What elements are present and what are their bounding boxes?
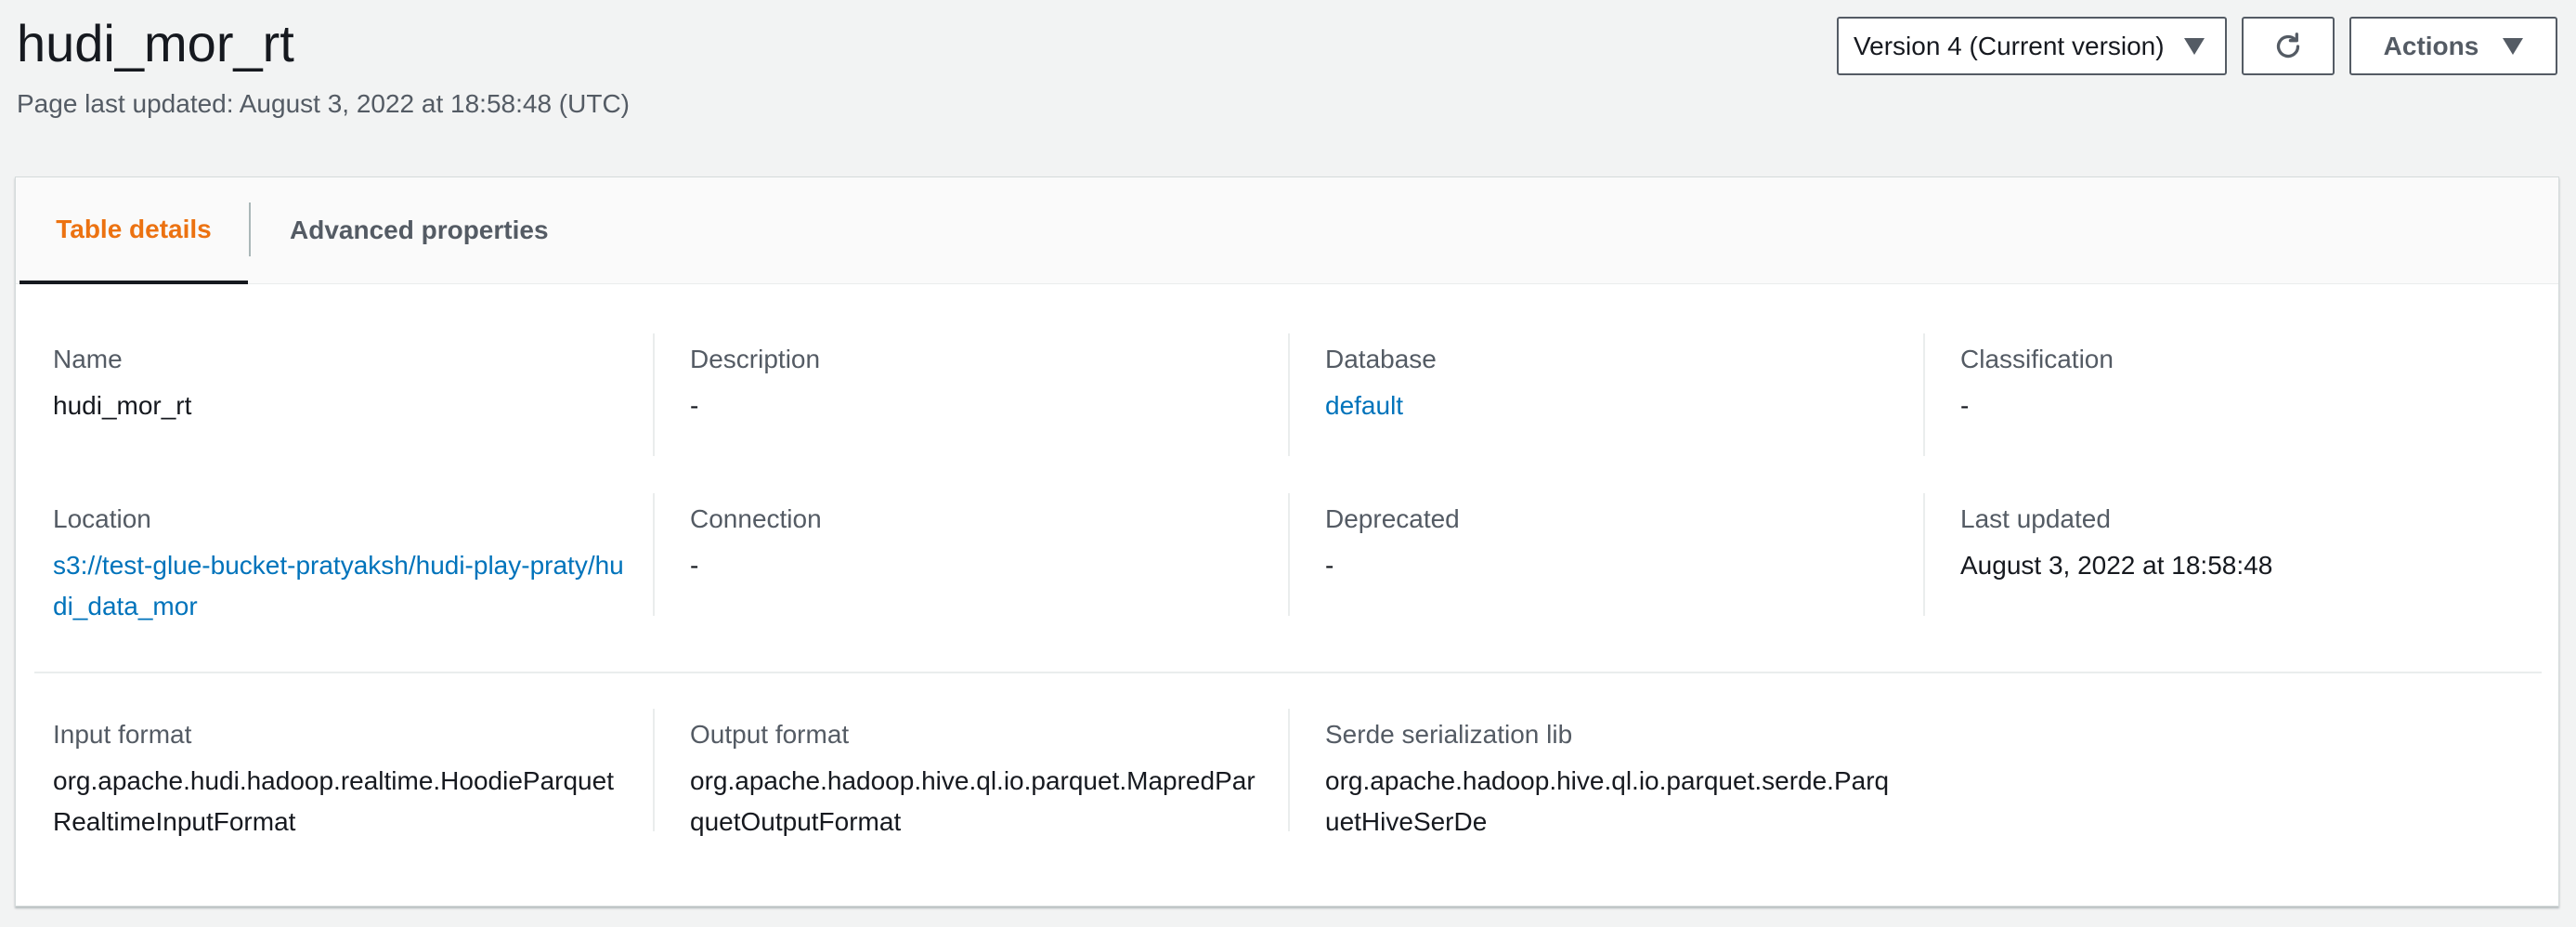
field-label: Location — [53, 504, 151, 533]
field-value: August 3, 2022 at 18:58:48 — [1960, 551, 2273, 580]
field-label: Name — [53, 345, 123, 373]
field-input-format: Input format org.apache.hudi.hadoop.real… — [53, 716, 629, 842]
field-location: Location s3://test-glue-bucket-pratyaksh… — [53, 501, 629, 627]
field-classification: Classification - — [1960, 341, 2536, 426]
field-deprecated: Deprecated - — [1325, 501, 1901, 586]
header-actions: Version 4 (Current version) Actions — [1837, 17, 2557, 75]
details-row-2: Location s3://test-glue-bucket-pratyaksh… — [16, 493, 2560, 640]
field-output-format: Output format org.apache.hadoop.hive.ql.… — [690, 716, 1266, 842]
page-last-updated: Page last updated: August 3, 2022 at 18:… — [17, 89, 630, 118]
actions-button[interactable]: Actions — [2349, 17, 2557, 75]
field-label: Database — [1325, 345, 1437, 373]
table-details-panel: Table details Advanced properties Name h… — [15, 176, 2559, 907]
field-label: Description — [690, 345, 821, 373]
field-value: org.apache.hadoop.hive.ql.io.parquet.Map… — [690, 766, 1255, 836]
page-title: hudi_mor_rt — [17, 14, 294, 72]
field-label: Last updated — [1960, 504, 2111, 533]
section-divider — [34, 672, 2542, 673]
field-value: org.apache.hudi.hadoop.realtime.HoodiePa… — [53, 766, 614, 836]
field-label: Classification — [1960, 345, 2114, 373]
tab-divider — [249, 202, 251, 256]
column-divider — [1288, 709, 1290, 831]
field-value: hudi_mor_rt — [53, 391, 192, 420]
field-label: Serde serialization lib — [1325, 720, 1573, 749]
version-select-label: Version 4 (Current version) — [1854, 31, 2165, 60]
refresh-icon — [2276, 32, 2300, 58]
field-label: Connection — [690, 504, 822, 533]
field-value: org.apache.hadoop.hive.ql.io.parquet.ser… — [1325, 766, 1890, 836]
column-divider — [1923, 493, 1925, 616]
column-divider — [1923, 333, 1925, 456]
field-database: Database default — [1325, 341, 1901, 426]
field-connection: Connection - — [690, 501, 1266, 586]
field-label: Output format — [690, 720, 850, 749]
location-link[interactable]: s3://test-glue-bucket-pratyaksh/hudi-pla… — [53, 545, 629, 627]
column-divider — [1288, 493, 1290, 616]
column-divider — [1288, 333, 1290, 456]
field-last-updated: Last updated August 3, 2022 at 18:58:48 — [1960, 501, 2536, 586]
field-label: Input format — [53, 720, 192, 749]
field-name: Name hudi_mor_rt — [53, 341, 629, 426]
field-value: - — [1325, 551, 1334, 580]
field-value: - — [690, 551, 699, 580]
tabs-bar: Table details Advanced properties — [16, 177, 2558, 284]
column-divider — [653, 493, 655, 616]
version-select[interactable]: Version 4 (Current version) — [1837, 17, 2227, 75]
column-divider — [653, 709, 655, 831]
field-value: - — [690, 391, 699, 420]
caret-down-icon — [2184, 37, 2205, 55]
refresh-button[interactable] — [2242, 17, 2335, 75]
tab-table-details[interactable]: Table details — [20, 177, 248, 284]
caret-down-icon — [2503, 37, 2524, 55]
field-value: - — [1960, 391, 1970, 420]
column-divider — [653, 333, 655, 456]
details-row-3: Input format org.apache.hudi.hadoop.real… — [16, 709, 2560, 855]
tab-advanced-properties[interactable]: Advanced properties — [290, 177, 549, 283]
field-label: Deprecated — [1325, 504, 1460, 533]
database-link[interactable]: default — [1325, 385, 1901, 426]
field-serde-lib: Serde serialization lib org.apache.hadoo… — [1325, 716, 1901, 842]
actions-button-label: Actions — [2383, 31, 2479, 60]
field-description: Description - — [690, 341, 1266, 426]
details-row-1: Name hudi_mor_rt Description - Database … — [16, 333, 2560, 480]
